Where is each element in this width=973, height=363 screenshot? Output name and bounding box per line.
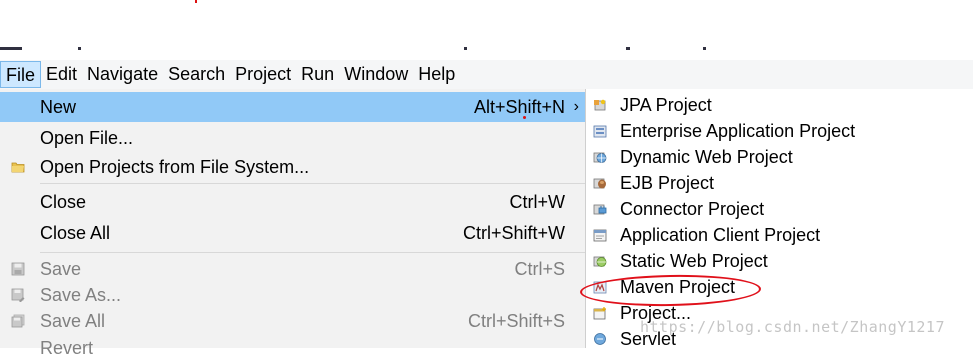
submenu-item-label: Connector Project — [620, 199, 765, 219]
enterprise-project-icon — [593, 125, 607, 138]
menu-item-open-projects[interactable]: Open Projects from File System... — [0, 152, 585, 182]
cropped-toolbar-fragment — [78, 47, 81, 50]
file-menu-dropdown: New Alt+Shift+N › Open File... Open Proj… — [0, 89, 586, 358]
menu-run[interactable]: Run — [296, 60, 339, 89]
static-web-project-icon — [593, 256, 607, 267]
submenu-item-label: EJB Project — [620, 173, 715, 193]
menu-edit[interactable]: Edit — [41, 60, 82, 89]
menu-separator — [40, 183, 585, 184]
menu-item-shortcut: Ctrl+Shift+S — [467, 311, 565, 331]
menu-item-shortcut: Ctrl+W — [509, 192, 566, 212]
watermark: https://blog.csdn.net/ZhangY1217 — [640, 318, 945, 336]
servlet-icon — [594, 333, 606, 345]
cropped-toolbar-fragment — [0, 47, 22, 50]
menu-project[interactable]: Project — [230, 60, 296, 89]
cropped-toolbar-fragment — [464, 47, 467, 50]
menu-help[interactable]: Help — [413, 60, 460, 89]
new-submenu: JPA Project Enterprise Application Proje… — [586, 89, 973, 349]
jpa-project-icon — [594, 99, 606, 111]
web-project-icon — [593, 152, 607, 163]
submenu-item-connector-project[interactable]: Connector Project — [586, 196, 973, 222]
submenu-arrow-icon: › — [573, 98, 579, 115]
menu-item-label: Open File... — [40, 128, 134, 148]
menu-item-label: New — [40, 97, 77, 117]
save-all-icon — [11, 314, 25, 328]
submenu-item-static-web-project[interactable]: Static Web Project — [586, 248, 973, 274]
cropped-toolbar-fragment — [626, 47, 630, 50]
submenu-item-label: Dynamic Web Project — [620, 147, 793, 167]
menu-bar: File Edit Navigate Search Project Run Wi… — [0, 60, 973, 90]
folder-icon — [11, 162, 25, 173]
menu-window[interactable]: Window — [339, 60, 413, 89]
submenu-item-ejb-project[interactable]: EJB Project — [586, 170, 973, 196]
menu-separator — [40, 252, 585, 253]
cropped-toolbar-fragment — [703, 47, 706, 50]
menu-item-open-file[interactable]: Open File... — [0, 123, 585, 153]
ejb-project-icon — [593, 178, 606, 189]
menu-item-label: Save All — [40, 311, 106, 331]
submenu-item-application-client-project[interactable]: Application Client Project — [586, 222, 973, 248]
menu-item-save-all[interactable]: Save All Ctrl+Shift+S — [0, 306, 585, 336]
menu-item-label: Open Projects from File System... — [40, 157, 310, 177]
menu-item-label: Close — [40, 192, 87, 212]
submenu-item-label: Enterprise Application Project — [620, 121, 856, 141]
submenu-item-dynamic-web-project[interactable]: Dynamic Web Project — [586, 144, 973, 170]
menu-item-revert[interactable]: Revert — [0, 333, 585, 363]
submenu-item-label: JPA Project — [620, 95, 712, 115]
submenu-item-label: Application Client Project — [620, 225, 821, 245]
submenu-item-label: Static Web Project — [620, 251, 768, 271]
save-icon — [11, 262, 25, 276]
menu-item-shortcut: Alt+Shift+N — [473, 97, 565, 117]
menu-item-close-all[interactable]: Close All Ctrl+Shift+W — [0, 218, 585, 248]
menu-item-label: Revert — [40, 338, 94, 358]
connector-project-icon — [593, 204, 607, 215]
app-client-project-icon — [593, 229, 607, 242]
save-as-icon — [11, 288, 25, 302]
menu-item-shortcut: Ctrl+Shift+W — [462, 223, 565, 243]
project-icon — [593, 307, 606, 320]
menu-item-label: Close All — [40, 223, 111, 243]
annotation-dot — [523, 116, 526, 119]
menu-file[interactable]: File — [0, 61, 42, 88]
menu-item-new[interactable]: New Alt+Shift+N › — [0, 92, 585, 122]
submenu-item-jpa-project[interactable]: JPA Project — [586, 92, 973, 118]
menu-navigate[interactable]: Navigate — [82, 60, 163, 89]
screenshot-top-area — [0, 0, 973, 60]
menu-item-close[interactable]: Close Ctrl+W — [0, 187, 585, 217]
annotation-dot — [195, 0, 197, 3]
submenu-item-enterprise-application-project[interactable]: Enterprise Application Project — [586, 118, 973, 144]
menu-search[interactable]: Search — [163, 60, 230, 89]
